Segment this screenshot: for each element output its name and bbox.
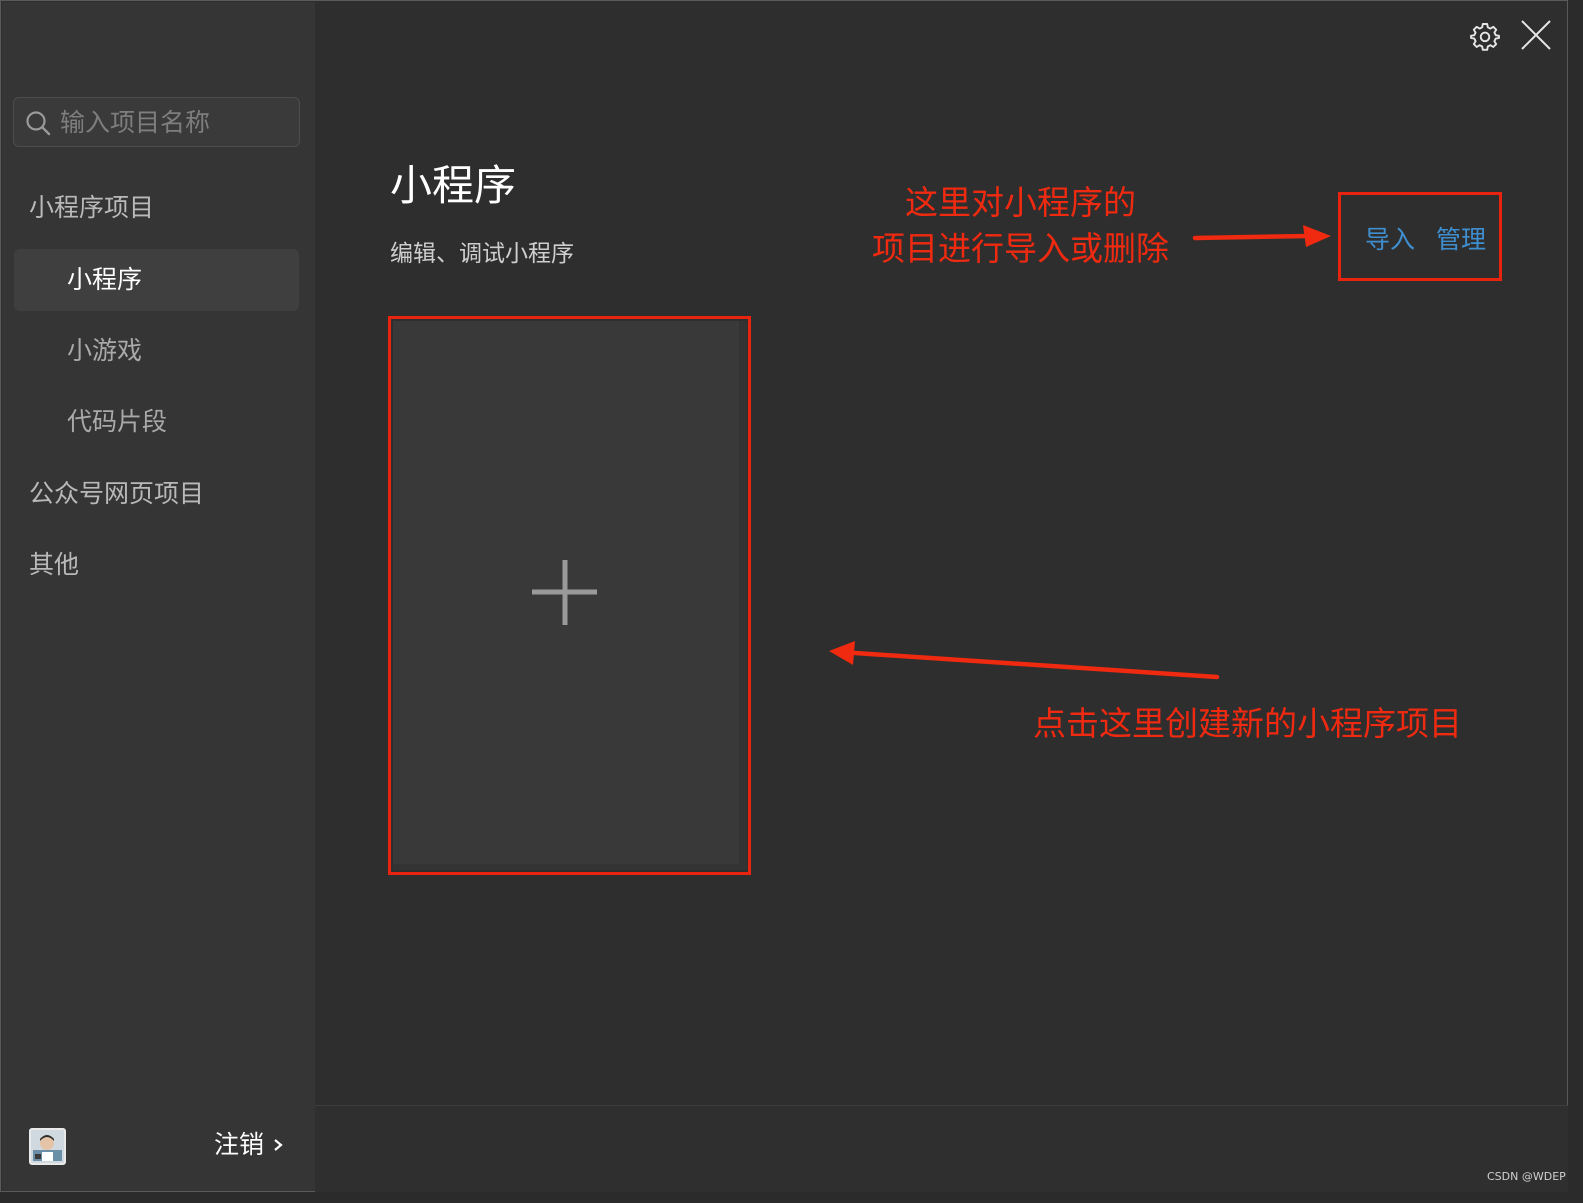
project-window: 小程序项目 小程序 小游戏 代码片段 公众号网页项目 其他 注销 小程序 编辑、… bbox=[0, 0, 1568, 1192]
gear-icon[interactable] bbox=[1470, 21, 1500, 51]
sidebar-group-miniprogram-projects[interactable]: 小程序项目 bbox=[29, 191, 154, 225]
search-box[interactable] bbox=[13, 97, 300, 147]
annotation-arrow-right bbox=[1192, 225, 1331, 247]
footer-area bbox=[315, 1106, 1568, 1192]
search-icon bbox=[26, 111, 51, 136]
sidebar bbox=[2, 2, 315, 1191]
annotation-text-line1: 这里对小程序的 bbox=[905, 183, 1136, 222]
sidebar-item-miniprogram[interactable]: 小程序 bbox=[14, 249, 299, 311]
sidebar-group-official-account-web[interactable]: 公众号网页项目 bbox=[29, 477, 204, 511]
sidebar-group-other[interactable]: 其他 bbox=[29, 548, 79, 582]
close-icon[interactable] bbox=[1520, 19, 1552, 51]
annotation-arrow-left bbox=[829, 641, 1220, 680]
annotation-text-line2: 项目进行导入或删除 bbox=[872, 229, 1169, 268]
annotation-text-bottom: 点击这里创建新的小程序项目 bbox=[1033, 704, 1462, 743]
avatar[interactable] bbox=[29, 1128, 66, 1165]
logout-button[interactable]: 注销 bbox=[214, 1127, 264, 1163]
page-title: 小程序 bbox=[390, 161, 517, 210]
annotation-box-create bbox=[388, 316, 751, 875]
search-input[interactable] bbox=[60, 104, 292, 140]
watermark: CSDN @WDEP bbox=[1487, 1170, 1566, 1183]
sidebar-item-minigame[interactable]: 小游戏 bbox=[14, 320, 299, 382]
page-subtitle: 编辑、调试小程序 bbox=[390, 241, 574, 267]
annotation-box-actions bbox=[1338, 192, 1502, 281]
sidebar-item-code-snippets[interactable]: 代码片段 bbox=[14, 391, 299, 453]
avatar-image bbox=[31, 1130, 64, 1163]
chevron-right-icon[interactable] bbox=[272, 1137, 284, 1153]
